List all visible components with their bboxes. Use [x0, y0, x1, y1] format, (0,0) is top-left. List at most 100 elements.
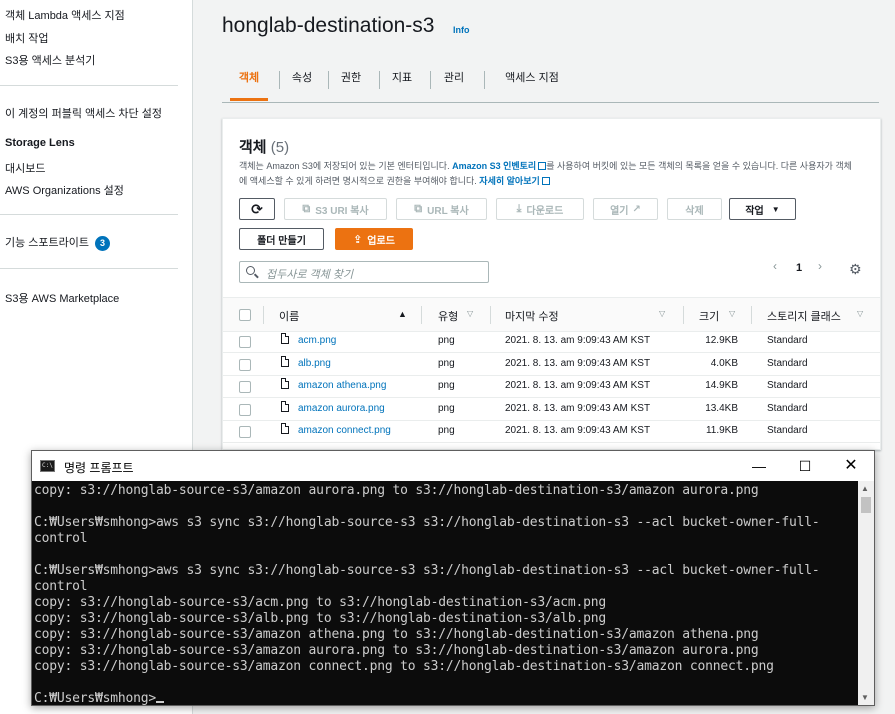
table-row[interactable]: amazon athena.png png 2021. 8. 13. am 9:09… [223, 375, 880, 398]
column-header-size[interactable]: 크기 [699, 308, 719, 324]
file-icon [281, 333, 289, 344]
file-icon [281, 355, 289, 367]
sort-ascending-icon[interactable]: ▲ [398, 309, 407, 319]
objects-title-text: 객체 [239, 139, 267, 156]
cmd-output[interactable]: copy: s3://honglab-source-s3/amazon auro… [32, 481, 858, 705]
scroll-down-icon[interactable]: ▼ [861, 693, 869, 702]
column-header-name[interactable]: 이름 [279, 308, 299, 324]
actions-dropdown[interactable]: 작업 ▼ [729, 198, 796, 220]
caret-down-icon: ▼ [771, 204, 780, 214]
column-header-last-modified[interactable]: 마지막 수정 [505, 308, 559, 324]
external-link-icon [538, 162, 547, 170]
sort-icon[interactable]: ▽ [857, 309, 863, 318]
objects-panel-title: 객체 (5) [239, 136, 289, 157]
object-last-modified: 2021. 8. 13. am 9:09:43 AM KST [505, 425, 651, 436]
upload-button[interactable]: ⇪ 업로드 [335, 228, 413, 250]
minimize-icon[interactable]: — [736, 451, 782, 481]
command-prompt-window[interactable]: C:\ 명령 프롬프트 — ☐ ✕ copy: s3://honglab-sou… [31, 450, 875, 706]
cmd-line: copy: s3://honglab-source-s3/amazon auro… [34, 643, 759, 658]
cmd-titlebar[interactable]: C:\ 명령 프롬프트 — ☐ ✕ [32, 451, 874, 481]
sort-icon[interactable]: ▽ [467, 309, 473, 318]
next-page-icon[interactable]: › [818, 259, 822, 273]
tab-objects[interactable]: 객체 [230, 62, 268, 101]
search-placeholder: 접두사로 객체 찾기 [266, 269, 354, 281]
object-name-link[interactable]: acm.png [298, 335, 336, 346]
table-row[interactable]: amazon connect.png png 2021. 8. 13. am 9:0… [223, 420, 880, 443]
sort-icon[interactable]: ▽ [729, 309, 735, 318]
tab-properties[interactable]: 속성 [284, 62, 320, 98]
tab-metrics[interactable]: 지표 [384, 62, 420, 98]
tab-separator [279, 71, 280, 89]
refresh-button[interactable]: ⟳ [239, 198, 275, 220]
search-input[interactable]: 접두사로 객체 찾기 [239, 261, 489, 283]
close-icon[interactable]: ✕ [828, 451, 874, 481]
nav-batch-operations[interactable]: 배치 작업 [5, 30, 49, 46]
tab-separator [484, 71, 485, 89]
info-link[interactable]: Info [453, 25, 470, 35]
row-checkbox[interactable] [239, 358, 251, 371]
table-row[interactable]: acm.png png 2021. 8. 13. am 9:09:43 AM KST… [223, 330, 880, 353]
file-icon [281, 423, 289, 434]
column-separator [751, 306, 752, 324]
row-checkbox[interactable] [239, 336, 251, 348]
cmd-line: control [34, 531, 88, 546]
nav-aws-marketplace[interactable]: S3용 AWS Marketplace [5, 290, 119, 306]
nav-feature-spotlight[interactable]: 기능 스포트라이트 3 [5, 234, 111, 251]
copy-icon: ⧉ [414, 202, 423, 215]
nav-feature-spotlight-label: 기능 스포트라이트 [5, 237, 90, 249]
table-row[interactable]: amazon aurora.png png 2021. 8. 13. am 9:09… [223, 398, 880, 421]
object-name-link[interactable]: amazon connect.png [298, 425, 391, 436]
sidebar-divider [0, 85, 178, 86]
delete-button[interactable]: 삭제 [667, 198, 722, 220]
tab-access-points[interactable]: 액세스 지점 [492, 62, 572, 98]
scroll-up-icon[interactable]: ▲ [861, 484, 869, 493]
sidebar-divider [0, 214, 178, 215]
copy-s3-uri-button[interactable]: ⧉ S3 URI 복사 [284, 198, 387, 220]
column-separator [263, 306, 264, 324]
tab-management[interactable]: 관리 [436, 62, 472, 98]
nav-access-analyzer[interactable]: S3용 액세스 분석기 [5, 52, 95, 68]
download-button[interactable]: ⤓ 다운로드 [496, 198, 584, 220]
object-type: png [438, 357, 455, 369]
sidebar-divider [0, 268, 178, 269]
maximize-icon[interactable]: ☐ [782, 451, 828, 481]
copy-url-button[interactable]: ⧉ URL 복사 [396, 198, 487, 220]
cmd-line: C:₩Users₩smhong> [34, 691, 165, 705]
nav-aws-organizations-settings[interactable]: AWS Organizations 설정 [5, 182, 124, 198]
table-row[interactable]: alb.png png 2021. 8. 13. am 9:09:43 AM KST… [223, 353, 880, 376]
gear-icon[interactable]: ⚙ [849, 261, 862, 278]
nav-object-lambda-access-points[interactable]: 객체 Lambda 액세스 지점 [5, 7, 125, 23]
page-number[interactable]: 1 [796, 262, 802, 274]
objects-description: 객체는 Amazon S3에 저장되어 있는 기본 엔터티입니다. Amazon… [239, 159, 859, 189]
open-button[interactable]: 열기 ↗ [593, 198, 658, 220]
scroll-thumb[interactable] [861, 497, 871, 513]
row-checkbox[interactable] [239, 403, 251, 416]
cmd-line: C:₩Users₩smhong>aws s3 sync s3://honglab… [34, 515, 820, 530]
object-name-link[interactable]: alb.png [298, 358, 331, 369]
learn-more-link[interactable]: 자세히 알아보기 [479, 176, 539, 186]
object-name-link[interactable]: amazon aurora.png [298, 403, 385, 414]
create-folder-button[interactable]: 폴더 만들기 [239, 228, 324, 250]
select-all-checkbox[interactable] [239, 309, 251, 321]
column-header-storage-class[interactable]: 스토리지 클래스 [767, 308, 841, 324]
object-size: 4.0KB [710, 357, 738, 369]
row-checkbox[interactable] [239, 426, 251, 438]
inventory-link[interactable]: Amazon S3 인벤토리 [452, 161, 536, 171]
object-storage-class: Standard [767, 425, 808, 436]
external-link-icon [541, 177, 550, 185]
object-storage-class: Standard [767, 402, 808, 414]
nav-dashboards[interactable]: 대시보드 [5, 160, 45, 176]
objects-panel: 객체 (5) 객체는 Amazon S3에 저장되어 있는 기본 엔터티입니다.… [222, 118, 881, 450]
column-header-type[interactable]: 유형 [438, 308, 458, 324]
nav-block-public-access[interactable]: 이 계정의 퍼블릭 액세스 차단 설정 [5, 105, 162, 121]
sort-icon[interactable]: ▽ [659, 309, 665, 318]
cmd-scrollbar[interactable]: ▲ ▼ [858, 481, 874, 705]
table-header: 이름 ▲ 유형 ▽ 마지막 수정 ▽ 크기 ▽ 스토리지 클래스 ▽ [223, 297, 880, 332]
prev-page-icon[interactable]: ‹ [773, 259, 777, 273]
tab-permissions[interactable]: 권한 [333, 62, 369, 98]
copy-icon: ⧉ [302, 202, 311, 215]
object-storage-class: Standard [767, 335, 808, 346]
row-checkbox[interactable] [239, 381, 251, 393]
tab-separator [379, 71, 380, 89]
object-name-link[interactable]: amazon athena.png [298, 380, 386, 391]
